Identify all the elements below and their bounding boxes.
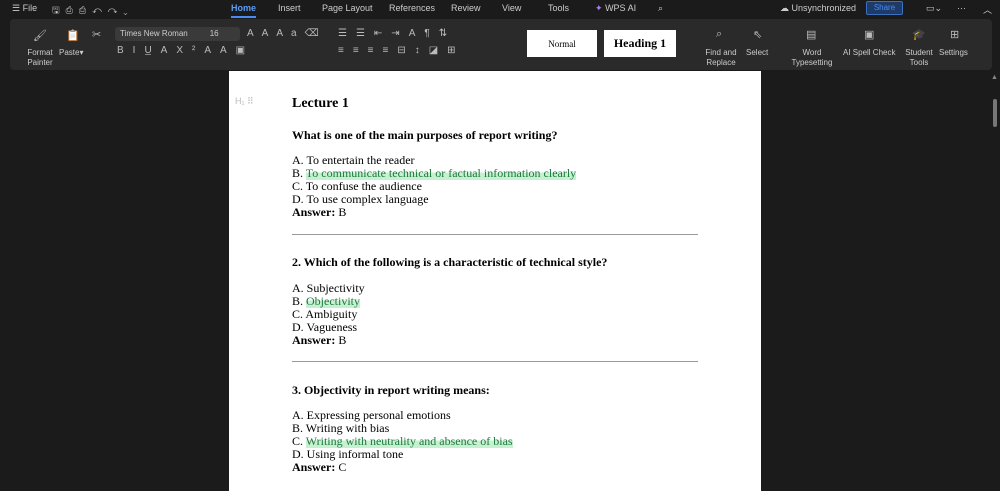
word-typesetting-icon[interactable]: ▤ [806, 28, 816, 41]
question-text: What is one of the main purposes of repo… [292, 128, 558, 142]
answer-line: Answer: B [292, 334, 346, 347]
sync-status[interactable]: ☁ Unsynchronized [780, 3, 856, 14]
tab-home[interactable]: Home [231, 3, 257, 18]
format-painter-icon[interactable]: 🖌 [33, 29, 47, 42]
tab-tools[interactable]: Tools [548, 3, 569, 13]
answer-label: Answer: [292, 333, 336, 347]
tab-review[interactable]: Review [451, 3, 481, 13]
wps-ai-label: WPS AI [605, 3, 637, 13]
select-button[interactable]: Select [746, 48, 768, 58]
answer-label: Answer: [292, 460, 336, 474]
file-label: File [22, 3, 38, 13]
highlighted-option-text: Writing with neutrality and absence of b… [305, 434, 513, 448]
alignment-icons[interactable]: ≡≡≡≡⊟↕◪⊞ [338, 45, 465, 56]
question-text: 2. Which of the following is a character… [292, 255, 608, 269]
paste-button[interactable]: Paste▾ [59, 48, 83, 58]
paste-icon[interactable]: 📋 [66, 29, 80, 42]
more-icon[interactable]: ··· [957, 3, 966, 13]
answer-value: C [335, 460, 347, 474]
student-tools-button[interactable]: Student Tools [904, 48, 934, 68]
answer-label: Answer: [292, 205, 336, 219]
highlighted-option-text: Objectivity [306, 294, 361, 308]
answer-value: B [335, 205, 347, 219]
divider [292, 361, 698, 362]
title-bar: ☰ File 🖫⎙⎙↶↷⌄ Home Insert Page Layout Re… [0, 0, 1000, 18]
paragraph-icons[interactable]: ☰☰⇤⇥A¶⇅ [338, 28, 456, 39]
style-heading-1[interactable]: Heading 1 [604, 30, 676, 57]
search-icon[interactable]: ⌕ [658, 3, 663, 14]
tab-insert[interactable]: Insert [278, 3, 301, 13]
find-icon[interactable]: ⌕ [716, 28, 722, 41]
window-icon[interactable]: ▭⌄ [926, 3, 942, 14]
style-normal[interactable]: Normal [527, 30, 597, 57]
share-button[interactable]: Share [866, 1, 903, 15]
highlighted-option-text: To communicate technical or factual info… [305, 166, 577, 180]
font-size[interactable]: 16 [210, 29, 219, 38]
drag-handle-icon[interactable]: H₁ ⠿ [235, 96, 254, 107]
answer-value: B [335, 333, 347, 347]
find-replace-button[interactable]: Find and Replace [703, 48, 739, 68]
format-painter-button[interactable]: Format Painter [24, 48, 56, 68]
tab-references[interactable]: References [389, 3, 435, 13]
tab-view[interactable]: View [502, 3, 521, 13]
quick-access-icons[interactable]: 🖫⎙⎙↶↷⌄ [52, 3, 134, 19]
document-title: Lecture 1 [292, 96, 349, 111]
question-text: 3. Objectivity in report writing means: [292, 383, 490, 397]
font-size-icons[interactable]: AAAa⌫ [247, 28, 327, 39]
font-name-select[interactable]: Times New Roman 16 [115, 27, 240, 41]
scrollbar-thumb[interactable] [993, 99, 997, 127]
tab-page-layout[interactable]: Page Layout [322, 3, 373, 13]
select-cursor-icon[interactable]: ⇖ [753, 28, 762, 41]
sync-label: Unsynchronized [791, 3, 857, 13]
scroll-up-icon[interactable]: ▲ [991, 74, 998, 81]
font-name: Times New Roman [120, 29, 188, 38]
document-page[interactable]: H₁ ⠿ Lecture 1 What is one of the main p… [229, 71, 761, 491]
answer-line: Answer: B [292, 206, 346, 219]
word-typesetting-button[interactable]: Word Typesetting [788, 48, 836, 68]
divider [292, 234, 698, 235]
paste-label: Paste [59, 48, 80, 57]
cut-icon[interactable]: ✂ [92, 28, 101, 41]
ai-spell-check-button[interactable]: AI Spell Check [843, 48, 895, 58]
collapse-ribbon-icon[interactable]: ︿ [983, 3, 992, 16]
spell-check-icon[interactable]: ▣ [864, 28, 874, 41]
wps-ai-button[interactable]: ✦ WPS AI [595, 3, 636, 14]
scrollbar[interactable]: ▲ [990, 71, 1000, 486]
format-icons[interactable]: BIU̲AX²AA▣ [117, 45, 254, 56]
answer-line: Answer: C [292, 461, 346, 474]
settings-button[interactable]: Settings [939, 48, 968, 58]
settings-icon[interactable]: ⊞ [950, 28, 959, 41]
student-cap-icon[interactable]: 🎓 [912, 28, 926, 41]
sparkle-icon: ✦ [595, 3, 603, 13]
file-menu[interactable]: ☰ File [12, 3, 37, 14]
